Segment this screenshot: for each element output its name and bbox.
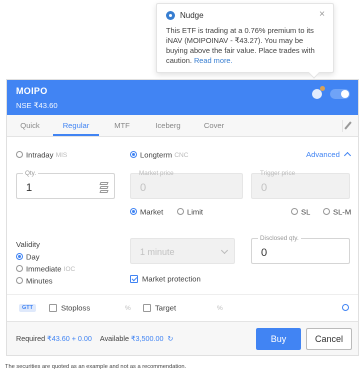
- stoploss-checkbox[interactable]: [49, 303, 57, 312]
- stoploss-label: Stoploss: [61, 303, 91, 313]
- nudge-pointer: [308, 67, 320, 79]
- nudge-message: This ETF is trading at a 0.76% premium t…: [166, 26, 315, 65]
- margin-summary: Required ₹43.60 + 0.00 Available ₹3,500.…: [16, 334, 174, 343]
- disclosed-qty-value[interactable]: 0: [261, 247, 267, 259]
- sl-radio[interactable]: [291, 208, 298, 216]
- available-label: Available: [99, 334, 129, 343]
- nudge-popover: Nudge × This ETF is trading at a 0.76% p…: [156, 3, 334, 79]
- immediate-label: Immediate: [26, 264, 62, 274]
- limit-label: Limit: [187, 207, 204, 217]
- qty-field[interactable]: Qty. 1: [16, 170, 115, 199]
- stoploss-percent: %: [125, 305, 131, 312]
- nudge-message-block: This ETF is trading at a 0.76% premium t…: [166, 26, 324, 66]
- order-footer: Required ₹43.60 + 0.00 Available ₹3,500.…: [7, 321, 358, 355]
- immediate-code: IOC: [63, 266, 76, 273]
- price-field: Market price 0: [130, 170, 243, 199]
- slm-radio[interactable]: [323, 208, 330, 216]
- buy-button[interactable]: Buy: [256, 328, 301, 350]
- chevron-up-icon: [343, 151, 352, 160]
- qty-value[interactable]: 1: [26, 182, 32, 194]
- order-variety-tabs: Quick Regular MTF Iceberg Cover: [7, 115, 358, 137]
- refresh-icon[interactable]: ↻: [168, 334, 174, 343]
- nudge-indicator-icon[interactable]: [312, 86, 325, 99]
- gtt-badge: GTT: [19, 304, 36, 312]
- validity-heading: Validity: [16, 240, 40, 249]
- market-radio[interactable]: [130, 208, 137, 216]
- tab-mtf[interactable]: MTF: [99, 115, 145, 136]
- tab-regular[interactable]: Regular: [53, 115, 99, 136]
- day-label: Day: [26, 252, 40, 262]
- nudge-title: Nudge: [180, 11, 204, 20]
- trigger-price-label: Trigger price: [260, 170, 296, 177]
- market-label: Market: [140, 207, 164, 217]
- slm-label: SL-M: [333, 207, 352, 217]
- nudge-read-more-link[interactable]: Read more.: [194, 56, 233, 65]
- market-protection-option[interactable]: Market protection: [130, 274, 201, 283]
- info-icon[interactable]: [342, 304, 349, 311]
- chevron-down-icon: [220, 246, 229, 255]
- minutes-radio[interactable]: [16, 277, 23, 285]
- validity-minutes-option[interactable]: Minutes: [16, 276, 53, 285]
- limit-radio[interactable]: [177, 208, 184, 216]
- buy-sell-toggle[interactable]: [330, 89, 350, 99]
- nudge-header: Nudge: [166, 11, 324, 20]
- cancel-button[interactable]: Cancel: [306, 328, 352, 350]
- sl-label: SL: [301, 207, 311, 217]
- product-longterm-option[interactable]: Longterm CNC: [130, 150, 188, 159]
- nudge-logo-icon: [166, 11, 175, 20]
- disclosed-qty-field[interactable]: Disclosed qty. 0: [251, 235, 350, 264]
- minutes-select: 1 minute: [130, 238, 235, 264]
- minutes-label: Minutes: [26, 276, 53, 286]
- immediate-radio[interactable]: [16, 265, 23, 273]
- required-value: ₹43.60 + 0.00: [47, 334, 92, 343]
- trigger-price-value: 0: [261, 182, 268, 194]
- stoploss-option[interactable]: Stoploss: [49, 303, 90, 312]
- target-option[interactable]: Target: [143, 303, 176, 312]
- target-checkbox[interactable]: [143, 303, 151, 312]
- price-value: 0: [140, 182, 147, 194]
- order-window: MOIPO NSE ₹43.60 Quick Regular MTF Icebe…: [6, 79, 359, 356]
- product-intraday-option[interactable]: Intraday MIS: [16, 150, 67, 159]
- target-label: Target: [155, 303, 177, 313]
- trigger-price-field: Trigger price 0: [251, 170, 350, 199]
- qty-label: Qty.: [23, 170, 39, 177]
- tab-quick[interactable]: Quick: [7, 115, 53, 136]
- exchange-price: NSE ₹43.60: [16, 101, 58, 110]
- intraday-code: MIS: [55, 152, 68, 159]
- advanced-toggle[interactable]: Advanced: [306, 150, 352, 160]
- tab-iceberg[interactable]: Iceberg: [145, 115, 191, 136]
- order-type-market[interactable]: Market: [130, 207, 163, 216]
- intraday-radio[interactable]: [16, 151, 23, 159]
- order-type-sl[interactable]: SL: [291, 207, 310, 216]
- longterm-label: Longterm: [140, 150, 173, 160]
- available-value: ₹3,500.00: [130, 334, 164, 343]
- day-radio[interactable]: [16, 253, 23, 261]
- validity-day-option[interactable]: Day: [16, 252, 40, 261]
- minutes-select-value: 1 minute: [140, 247, 175, 257]
- longterm-code: CNC: [174, 152, 189, 159]
- gtt-row: GTT Stoploss % Target %: [7, 294, 358, 320]
- longterm-radio[interactable]: [130, 151, 137, 159]
- price-label: Market price: [139, 170, 174, 177]
- required-label: Required: [16, 334, 46, 343]
- instrument-symbol: MOIPO: [16, 86, 48, 96]
- intraday-label: Intraday: [26, 150, 54, 160]
- order-type-limit[interactable]: Limit: [177, 207, 203, 216]
- advanced-label: Advanced: [306, 150, 340, 159]
- disclosed-qty-label: Disclosed qty.: [258, 235, 301, 242]
- validity-immediate-option[interactable]: Immediate IOC: [16, 264, 75, 273]
- target-percent: %: [217, 305, 223, 312]
- tab-cover[interactable]: Cover: [191, 115, 237, 136]
- edit-icon[interactable]: [342, 120, 354, 132]
- market-protection-label: Market protection: [142, 274, 201, 284]
- market-protection-checkbox[interactable]: [130, 274, 138, 283]
- stack-icon[interactable]: [99, 182, 109, 193]
- disclaimer-text: The securities are quoted as an example …: [5, 364, 187, 370]
- order-header: MOIPO NSE ₹43.60: [7, 80, 358, 115]
- close-icon[interactable]: ×: [319, 9, 325, 20]
- order-type-slm[interactable]: SL-M: [323, 207, 351, 216]
